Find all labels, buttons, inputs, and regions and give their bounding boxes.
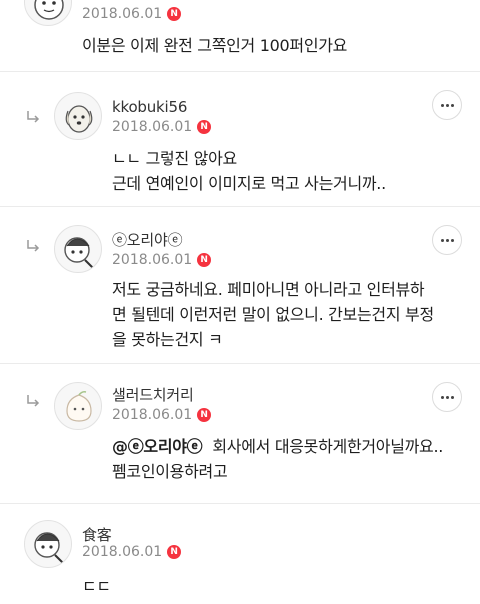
comment-line: ㄴㄴ 그렇진 않아요 <box>112 149 237 168</box>
new-badge: N <box>167 7 182 21</box>
comment-line: 을 못하는건지 ㅋ <box>112 330 223 349</box>
comment-nickname[interactable]: ⓔ오리야ⓔ <box>112 229 183 250</box>
comment-body: 저도 궁금하네요. 페미아니면 아니라고 인터뷰하 면 될텐데 이런저런 말이 … <box>112 277 434 352</box>
avatar[interactable] <box>24 0 72 26</box>
comment-meta: 2018.06.01 N <box>82 6 182 22</box>
new-badge: N <box>197 120 212 134</box>
mention-link[interactable]: @ⓔ오리야ⓔ <box>112 437 203 456</box>
comment-nickname[interactable]: kkobuki56 <box>112 98 187 116</box>
comment-nickname[interactable]: 샐러드치커리 <box>112 384 194 405</box>
more-options-icon <box>440 395 454 399</box>
comment-body: ㄷㄷ <box>82 574 111 599</box>
comment-item: 食客 2018.06.01 N ㄷㄷ <box>0 504 480 604</box>
more-options-button[interactable] <box>432 382 462 412</box>
reply-item: 샐러드치커리 2018.06.01 N @ⓔ오리야ⓔ 회사에서 대응못하게한거아닐… <box>0 364 480 504</box>
reply-arrow-icon <box>27 395 40 407</box>
comment-meta: 2018.06.01 N <box>112 119 212 135</box>
reply-item: kkobuki56 2018.06.01 N ㄴㄴ 그렇진 않아요 근데 연예인… <box>0 72 480 207</box>
comment-line: 근데 연예인이 이미지로 먹고 사는거니까.. <box>112 174 386 193</box>
new-badge: N <box>197 408 212 422</box>
avatar[interactable] <box>54 92 102 140</box>
more-options-button[interactable] <box>432 90 462 120</box>
dog-avatar-icon <box>65 105 93 133</box>
cartoon-avatar-icon <box>64 237 94 269</box>
more-options-icon <box>440 103 454 107</box>
peach-avatar-icon <box>66 391 92 422</box>
comment-meta: 2018.06.01 N <box>112 252 212 268</box>
comment-line: 펨코인이용하려고 <box>112 462 228 481</box>
comment-date: 2018.06.01 <box>112 119 193 135</box>
avatar[interactable] <box>54 225 102 273</box>
comment-text: 회사에서 대응못하게한거아닐까요.. <box>212 437 444 456</box>
comment-nickname[interactable]: 食客 <box>82 524 112 545</box>
new-badge: N <box>197 253 212 267</box>
avatar[interactable] <box>24 520 72 568</box>
comment-line: 이분은 이제 완전 그쪽인거 100퍼인가요 <box>82 36 348 55</box>
comment-date: 2018.06.01 <box>112 252 193 268</box>
comment-date: 2018.06.01 <box>82 6 163 22</box>
cartoon-avatar-icon <box>34 0 64 20</box>
comment-body: ㄴㄴ 그렇진 않아요 근데 연예인이 이미지로 먹고 사는거니까.. <box>112 146 386 196</box>
cartoon-avatar-icon <box>34 532 64 564</box>
comment-line: 저도 궁금하네요. 페미아니면 아니라고 인터뷰하 <box>112 280 425 299</box>
more-options-button[interactable] <box>432 225 462 255</box>
comment-line: @ⓔ오리야ⓔ 회사에서 대응못하게한거아닐까요.. <box>112 434 443 459</box>
reply-arrow-icon <box>27 111 40 123</box>
comment-date: 2018.06.01 <box>82 544 163 560</box>
comment-line: 면 될텐데 이런저런 말이 없으니. 간보는건지 부정 <box>112 305 434 324</box>
comment-meta: 2018.06.01 N <box>112 407 212 423</box>
reply-arrow-icon <box>27 240 40 252</box>
comment-body: 이분은 이제 완전 그쪽인거 100퍼인가요 <box>82 33 347 58</box>
comment-date: 2018.06.01 <box>112 407 193 423</box>
new-badge: N <box>167 545 182 559</box>
comment-line: ㄷㄷ <box>82 577 111 596</box>
comment-meta: 2018.06.01 N <box>82 544 182 560</box>
comment-body: @ⓔ오리야ⓔ 회사에서 대응못하게한거아닐까요.. 펨코인이용하려고 <box>112 434 443 484</box>
reply-item: ⓔ오리야ⓔ 2018.06.01 N 저도 궁금하네요. 페미아니면 아니라고 … <box>0 207 480 364</box>
avatar[interactable] <box>54 382 102 430</box>
comment-item: 2018.06.01 N 이분은 이제 완전 그쪽인거 100퍼인가요 <box>0 0 480 72</box>
more-options-icon <box>440 238 454 242</box>
